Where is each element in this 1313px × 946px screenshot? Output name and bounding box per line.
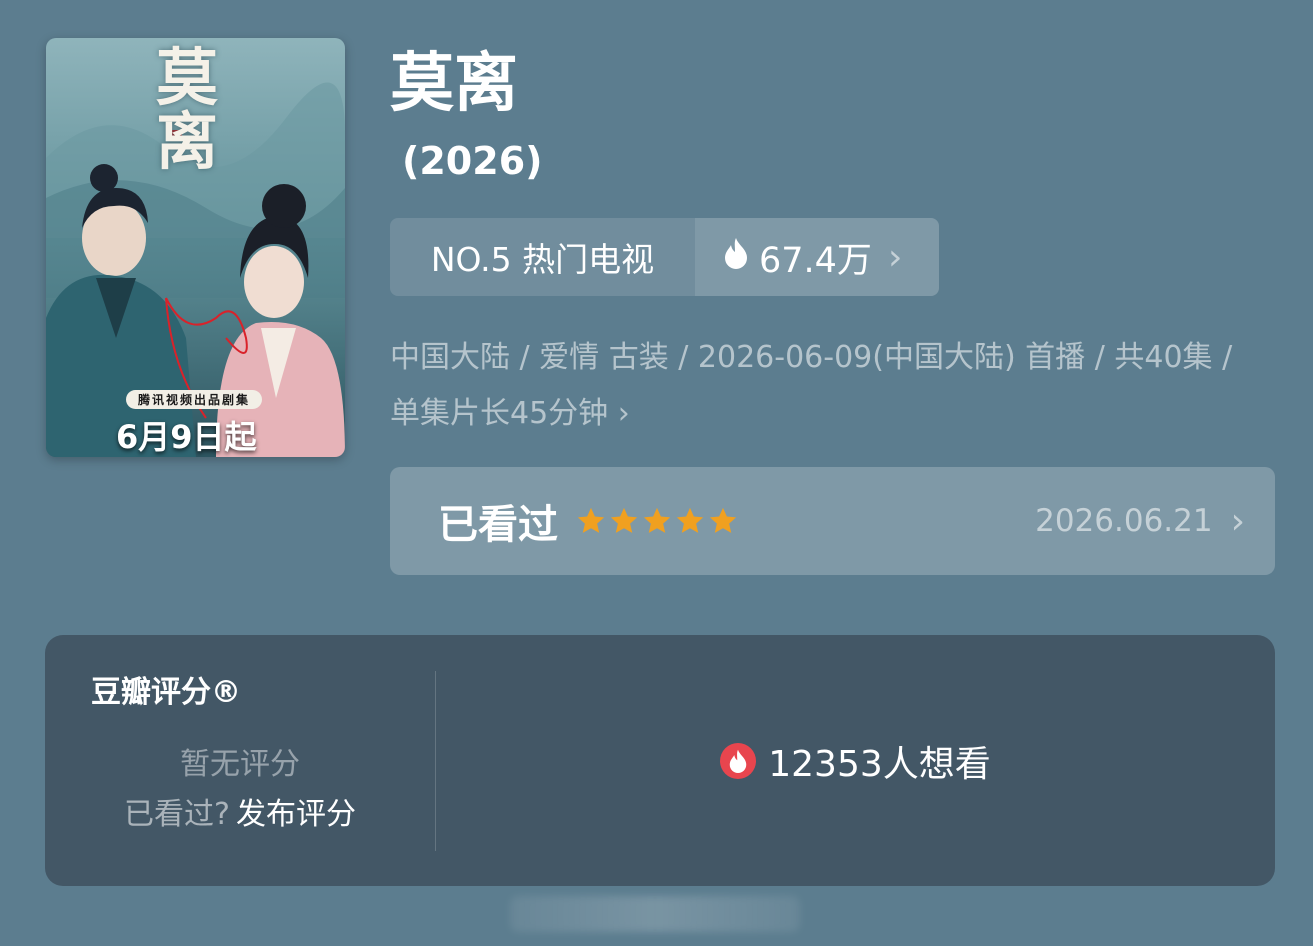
watched-row[interactable]: 已看过 2026.06.21 › (390, 467, 1275, 575)
rank-box: NO.5 热门电视 67.4万 › (390, 218, 939, 296)
publish-rating-line: 已看过? 发布评分 (45, 789, 435, 833)
meta-info-link[interactable]: 中国大陆 / 爱情 古装 / 2026-06-09(中国大陆) 首播 / 共40… (390, 330, 1270, 442)
heat-button[interactable]: 67.4万 › (695, 218, 939, 296)
star-icon (709, 507, 737, 533)
release-year: (2026) (402, 139, 543, 183)
watched-label: 已看过 (438, 502, 558, 548)
star-rating (576, 506, 738, 536)
watched-question: 已看过? (124, 797, 230, 832)
chevron-right-icon: › (617, 396, 630, 431)
publish-rating-link[interactable]: 发布评分 (236, 797, 356, 832)
poster-release-date: 6月9日起 (116, 418, 257, 456)
star-icon (577, 507, 605, 533)
star-icon (676, 507, 704, 533)
page-title: 莫离 (390, 47, 518, 121)
chevron-right-icon: › (1230, 500, 1245, 542)
flame-icon (723, 237, 749, 278)
poster-image[interactable]: 莫离 腾讯视频出品剧集 6月9日起 (46, 38, 345, 457)
no-rating-text: 暂无评分 (180, 747, 300, 782)
douban-rating-title: 豆瓣评分® (91, 675, 241, 710)
poster-tag: 腾讯视频出品剧集 (126, 390, 263, 409)
rank-label: NO.5 热门电视 (390, 218, 695, 296)
star-icon (610, 507, 638, 533)
heat-value: 67.4万 (759, 240, 872, 281)
blurred-watermark (510, 896, 800, 932)
star-icon (643, 507, 671, 533)
hot-flame-icon (720, 743, 757, 779)
watched-date: 2026.06.21 (1035, 503, 1213, 539)
rating-card: 豆瓣评分® 暂无评分 已看过? 发布评分 12353人想看 (45, 635, 1275, 886)
chevron-right-icon: › (887, 236, 903, 278)
poster-title: 莫离 (156, 41, 219, 178)
want-to-watch[interactable]: 12353人想看 (436, 735, 1275, 787)
meta-text: 中国大陆 / 爱情 古装 / 2026-06-09(中国大陆) 首播 / 共40… (390, 340, 1233, 431)
want-count: 12353人想看 (768, 744, 991, 785)
